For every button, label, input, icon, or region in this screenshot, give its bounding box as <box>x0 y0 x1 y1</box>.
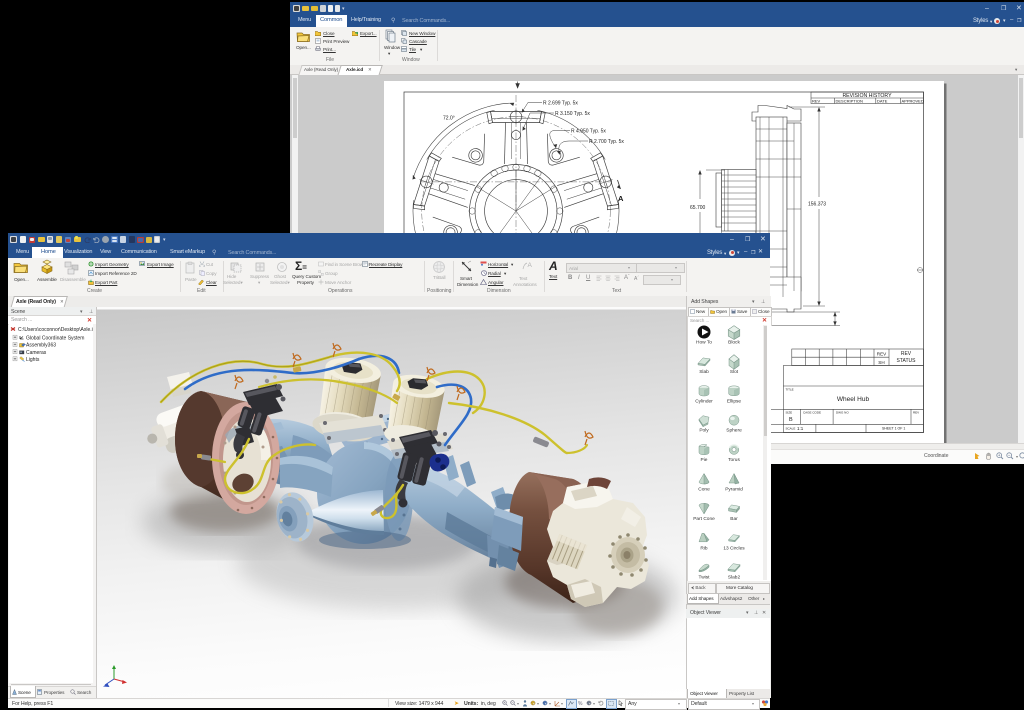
svg-text:156.373: 156.373 <box>808 202 826 208</box>
svg-text:R 4.950 Typ. 5x: R 4.950 Typ. 5x <box>571 129 606 135</box>
svg-text:Wheel Hub: Wheel Hub <box>837 396 870 403</box>
svg-text:Slot: Slot <box>730 369 739 375</box>
svg-text:SIZE: SIZE <box>786 411 793 415</box>
svg-text:Twist: Twist <box>699 575 711 581</box>
svg-text:Cameras: Cameras <box>26 350 47 356</box>
svg-text:SH: SH <box>878 360 884 365</box>
svg-text:How To: How To <box>696 340 712 346</box>
svg-text:Pie: Pie <box>701 457 708 463</box>
svg-text:APPROVED: APPROVED <box>902 99 924 104</box>
svg-text:A: A <box>618 194 624 203</box>
svg-text:R 3.150 Typ. 5x: R 3.150 Typ. 5x <box>555 111 590 117</box>
svg-text:Sphere: Sphere <box>726 428 742 434</box>
svg-text:SCALE: SCALE <box>786 427 796 431</box>
svg-text:R 2.699 Typ. 5x: R 2.699 Typ. 5x <box>543 101 578 107</box>
svg-text:Cone: Cone <box>698 487 710 493</box>
svg-text:1:1: 1:1 <box>797 426 804 431</box>
svg-text:SHEET 1 OF 1: SHEET 1 OF 1 <box>882 427 905 431</box>
svg-text:Slab: Slab <box>699 369 709 375</box>
svg-text:Ellipse: Ellipse <box>727 398 741 404</box>
svg-text:REV: REV <box>812 99 821 104</box>
svg-text:Slab2: Slab2 <box>728 575 741 581</box>
svg-text:R 2.700 Typ. 5x: R 2.700 Typ. 5x <box>589 139 624 145</box>
svg-text:REV: REV <box>901 351 912 357</box>
svg-text:CAGE CODE: CAGE CODE <box>803 411 821 415</box>
svg-text:Lights: Lights <box>26 357 40 363</box>
svg-text:Rib: Rib <box>700 545 708 551</box>
svg-text:DWG NO: DWG NO <box>836 411 849 415</box>
svg-text:C:\Users\coconnor\Desktop\Axle: C:\Users\coconnor\Desktop\Axle.ics <box>18 327 93 333</box>
svg-text:Poly: Poly <box>699 428 709 434</box>
svg-text:Pyramid: Pyramid <box>725 487 743 493</box>
svg-text:%: % <box>578 701 583 706</box>
svg-text:Bar: Bar <box>730 516 738 522</box>
svg-text:Cylinder: Cylinder <box>695 398 713 404</box>
svg-text:TITLE: TITLE <box>786 388 794 392</box>
svg-text:72.0°: 72.0° <box>443 116 455 122</box>
svg-text:REV: REV <box>877 352 887 357</box>
svg-text:DATE: DATE <box>877 99 888 104</box>
svg-text:Assembly363: Assembly363 <box>26 343 56 349</box>
svg-text:STATUS: STATUS <box>897 358 917 364</box>
svg-text:B: B <box>789 417 793 423</box>
svg-text:Global Coordinate System: Global Coordinate System <box>26 336 84 342</box>
svg-text:13 Circles: 13 Circles <box>723 545 745 551</box>
svg-text:Torus: Torus <box>728 457 740 463</box>
svg-text:Block: Block <box>728 340 740 346</box>
svg-text:DESCRIPTION: DESCRIPTION <box>836 99 863 104</box>
svg-text:Part Cone: Part Cone <box>693 516 715 522</box>
svg-text:REV: REV <box>913 411 919 415</box>
svg-text:65.700: 65.700 <box>690 205 706 211</box>
svg-text:A: A <box>528 262 533 269</box>
